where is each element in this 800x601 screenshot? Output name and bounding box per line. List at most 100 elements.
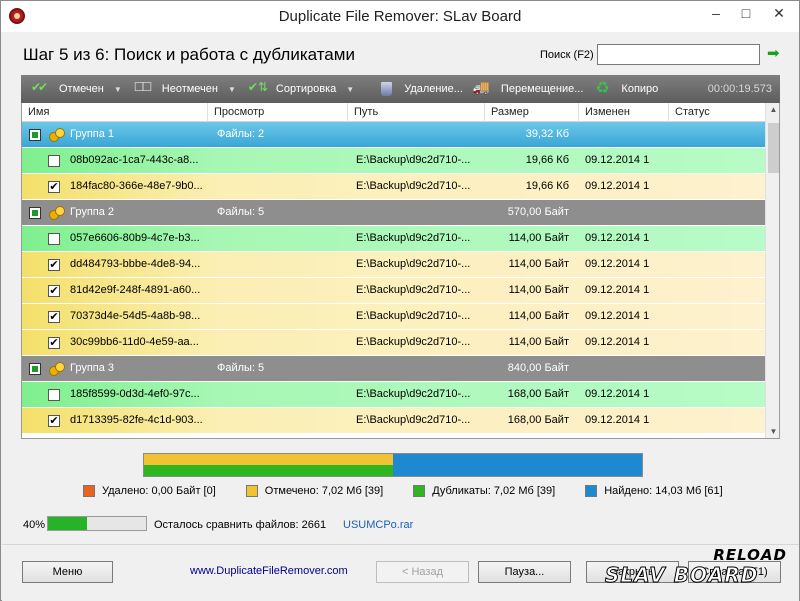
file-row[interactable]: ✔ 70373d4e-54d5-4a8b-98... E:\Backup\d9c2d… [22,304,765,330]
file-checkbox[interactable] [48,389,60,401]
file-row[interactable]: ✔ d1713395-82fe-4c1d-903... E:\Backup\d9c2… [22,408,765,434]
minimize-button[interactable]: – [701,1,731,25]
checked-icon [31,80,53,98]
toolbar-delete-button[interactable]: Удаление... [372,75,467,103]
file-checkbox[interactable]: ✔ [48,311,60,323]
toolbar-unmarked-button[interactable]: Неотмечен ▼ [130,75,240,103]
group-row[interactable]: Группа 2 Файлы: 5 570,00 Байт [22,200,765,226]
pause-button[interactable]: Пауза... [478,561,571,583]
legend-item: Найдено: 14,03 Мб [61] [585,485,723,497]
file-modified: 09.12.2014 1 [585,336,650,348]
file-row[interactable]: 08b092ac-1ca7-443c-a8... E:\Backup\d9c2d7… [22,148,765,174]
marked-bar-segment [144,454,393,465]
toolbar-marked-label: Отмечен [59,83,104,95]
file-name: 81d42e9f-248f-4891-a60... [70,284,201,296]
found-bar-segment [393,454,642,476]
group-size: 570,00 Байт [507,206,569,218]
chevron-down-icon[interactable]: ▼ [228,85,236,94]
file-row[interactable]: ✔ 30c99bb6-11d0-4e59-aa... E:\Backup\d9c2d… [22,330,765,356]
group-checkbox[interactable] [29,207,41,219]
progress-percent: 40% [23,519,46,531]
scroll-down-arrow-icon[interactable]: ▼ [766,427,779,436]
file-checkbox[interactable]: ✔ [48,415,60,427]
file-path: E:\Backup\d9c2d710-... [356,310,471,322]
toolbar-move-button[interactable]: Перемещение... [469,75,588,103]
close-window-button[interactable]: ✕ [759,1,799,25]
grid-header: Имя Просмотр Путь Размер Изменен Статус [22,103,765,122]
move-icon [473,80,495,98]
file-checkbox[interactable]: ✔ [48,181,60,193]
file-modified: 09.12.2014 1 [585,180,650,192]
file-row[interactable]: 185f8599-0d3d-4ef0-97c... E:\Backup\d9c2d… [22,382,765,408]
group-size: 39,32 Кб [525,128,569,140]
website-link[interactable]: www.DuplicateFileRemover.com [190,565,348,577]
compare-progress-bar [47,516,147,531]
scrollbar-thumb[interactable] [768,123,779,173]
menu-button[interactable]: Меню [22,561,113,583]
chevron-down-icon[interactable]: ▼ [346,85,354,94]
legend-swatch [413,485,426,497]
file-row[interactable]: ✔ dd484793-bbbe-4de8-94... E:\Backup\d9c2d… [22,252,765,278]
file-name: 184fac80-366e-48e7-9b0... [70,180,203,192]
toolbar-marked-button[interactable]: Отмечен ▼ [27,75,126,103]
toolbar-sort-button[interactable]: Сортировка ▼ [244,75,358,103]
column-header-name[interactable]: Имя [22,103,208,122]
file-path: E:\Backup\d9c2d710-... [356,284,471,296]
scroll-up-arrow-icon[interactable]: ▲ [766,105,779,114]
results-bar [143,453,643,477]
group-file-count: Файлы: 5 [217,362,265,374]
toolbar-delete-label: Удаление... [404,83,463,95]
file-row[interactable]: ✔ 184fac80-366e-48e7-9b0... E:\Backup\d9c2… [22,174,765,200]
search-label: Поиск (F2) [540,49,594,61]
toolbar-copy-button[interactable]: Копиро [589,75,662,103]
toolbar: Отмечен ▼ Неотмечен ▼ Сортировка ▼ Удале… [21,75,780,103]
file-row[interactable]: ✔ 81d42e9f-248f-4891-a60... E:\Backup\d9c2… [22,278,765,304]
file-size: 114,00 Байт [508,232,569,244]
legend-swatch [585,485,598,497]
file-checkbox[interactable]: ✔ [48,285,60,297]
column-header-preview[interactable]: Просмотр [208,103,348,122]
group-row[interactable]: Группа 3 Файлы: 5 840,00 Байт [22,356,765,382]
file-size: 114,00 Байт [508,336,569,348]
file-path: E:\Backup\d9c2d710-... [356,258,471,270]
group-row[interactable]: Группа 1 Файлы: 2 39,32 Кб [22,122,765,148]
legend-item: Удалено: 0,00 Байт [0] [83,485,216,497]
file-modified: 09.12.2014 1 [585,284,650,296]
legend-item: Дубликаты: 7,02 Мб [39] [413,485,555,497]
vertical-scrollbar[interactable]: ▲ ▼ [765,103,779,438]
file-row[interactable]: 057e6606-80b9-4c7e-b3... E:\Backup\d9c2d7… [22,226,765,252]
file-checkbox[interactable] [48,155,60,167]
column-header-path[interactable]: Путь [348,103,485,122]
maximize-button[interactable]: □ [731,1,761,25]
group-file-count: Файлы: 2 [217,128,265,140]
legend-label: Удалено: 0,00 Байт [0] [102,485,216,497]
file-name: d1713395-82fe-4c1d-903... [70,414,203,426]
file-checkbox[interactable] [48,233,60,245]
file-name: 70373d4e-54d5-4a8b-98... [70,310,201,322]
file-name: dd484793-bbbe-4de8-94... [70,258,201,270]
column-header-size[interactable]: Размер [485,103,579,122]
group-checkbox[interactable] [29,363,41,375]
file-modified: 09.12.2014 1 [585,258,650,270]
search-go-arrow-icon[interactable]: ➡ [767,46,783,61]
file-path: E:\Backup\d9c2d710-... [356,154,471,166]
file-path: E:\Backup\d9c2d710-... [356,388,471,400]
chevron-down-icon[interactable]: ▼ [114,85,122,94]
group-checkbox[interactable] [29,129,41,141]
column-header-status[interactable]: Статус [669,103,765,122]
current-file-label: USUMCPo.rar [343,519,414,531]
file-checkbox[interactable]: ✔ [48,259,60,271]
search-input[interactable] [597,44,760,65]
window-title: Duplicate File Remover: SLav Board [278,8,522,25]
file-size: 168,00 Байт [507,388,569,400]
back-button[interactable]: < Назад [376,561,469,583]
file-checkbox[interactable]: ✔ [48,337,60,349]
file-path: E:\Backup\d9c2d710-... [356,232,471,244]
trash-icon [376,80,398,98]
column-header-modified[interactable]: Изменен [579,103,669,122]
legend-label: Найдено: 14,03 Мб [61] [604,485,723,497]
watermark-logo: RELOAD SLAV BOARD [601,546,799,601]
file-modified: 09.12.2014 1 [585,414,650,426]
group-name: Группа 1 [70,128,115,140]
toolbar-unmarked-label: Неотмечен [161,83,218,95]
